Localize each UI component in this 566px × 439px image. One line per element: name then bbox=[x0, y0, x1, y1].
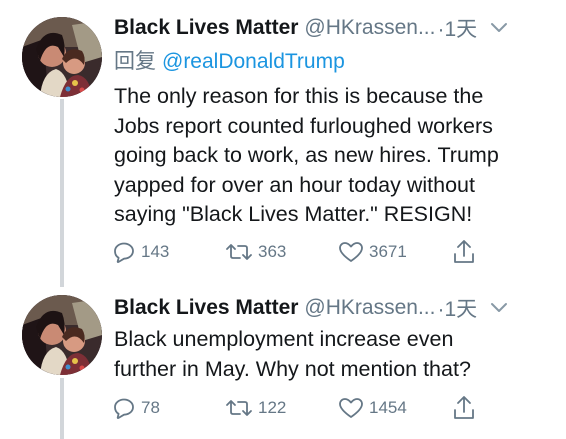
reply-icon bbox=[114, 398, 134, 419]
avatar-image bbox=[22, 295, 102, 375]
retweet-icon bbox=[226, 400, 252, 416]
timestamp[interactable]: ·1天 bbox=[437, 13, 477, 43]
tweet[interactable]: Black Lives Matter @HKrassen... ·1天 回复 @r… bbox=[0, 0, 566, 290]
heart-icon bbox=[339, 242, 363, 262]
share-button[interactable] bbox=[452, 393, 476, 423]
reply-icon bbox=[114, 242, 134, 263]
reply-count: 143 bbox=[141, 242, 170, 261]
avatar[interactable] bbox=[22, 17, 102, 97]
display-name[interactable]: Black Lives Matter bbox=[114, 296, 298, 320]
like-button[interactable]: 3671 bbox=[338, 237, 407, 267]
like-count: 3671 bbox=[369, 242, 407, 261]
heart-icon bbox=[339, 398, 363, 418]
avatar-image bbox=[22, 17, 102, 97]
tweet[interactable]: Black Lives Matter @HKrassen... ·1天 Blac… bbox=[0, 290, 566, 439]
avatar[interactable] bbox=[22, 295, 102, 375]
timestamp[interactable]: ·1天 bbox=[437, 293, 477, 323]
tweet-header: Black Lives Matter @HKrassen... ·1天 bbox=[114, 293, 552, 323]
share-icon bbox=[454, 240, 474, 263]
tweet-text: The only reason for this is because the … bbox=[114, 84, 499, 227]
user-handle[interactable]: @HKrassen... bbox=[304, 296, 435, 320]
retweet-count: 122 bbox=[258, 398, 287, 417]
tweet-text: Black unemployment increase even further… bbox=[114, 327, 471, 381]
like-button[interactable]: 1454 bbox=[338, 393, 407, 423]
user-handle[interactable]: @HKrassen... bbox=[304, 16, 435, 40]
share-button[interactable] bbox=[452, 237, 476, 267]
reply-button[interactable]: 143 bbox=[112, 237, 169, 267]
retweet-count: 363 bbox=[258, 242, 287, 261]
tweet-header: Black Lives Matter @HKrassen... ·1天 bbox=[114, 13, 552, 43]
reply-to-user-link[interactable]: @realDonaldTrump bbox=[162, 50, 345, 73]
chevron-down-icon[interactable] bbox=[489, 298, 509, 318]
like-count: 1454 bbox=[369, 398, 407, 417]
chevron-down-icon[interactable] bbox=[489, 18, 509, 38]
reply-prefix: 回复 bbox=[114, 50, 156, 73]
display-name[interactable]: Black Lives Matter bbox=[114, 16, 298, 40]
reply-count: 78 bbox=[141, 398, 160, 417]
tweet-actions: 78 122 1454 bbox=[112, 393, 492, 423]
retweet-icon bbox=[226, 244, 252, 260]
tweet-actions: 143 363 3671 bbox=[112, 237, 492, 267]
retweet-button[interactable]: 363 bbox=[225, 237, 286, 267]
retweet-button[interactable]: 122 bbox=[225, 393, 286, 423]
reply-button[interactable]: 78 bbox=[112, 393, 160, 423]
timeline: Black Lives Matter @HKrassen... ·1天 回复 @r… bbox=[0, 0, 566, 439]
share-icon bbox=[454, 396, 474, 419]
reply-context: 回复 @realDonaldTrump bbox=[114, 45, 345, 75]
